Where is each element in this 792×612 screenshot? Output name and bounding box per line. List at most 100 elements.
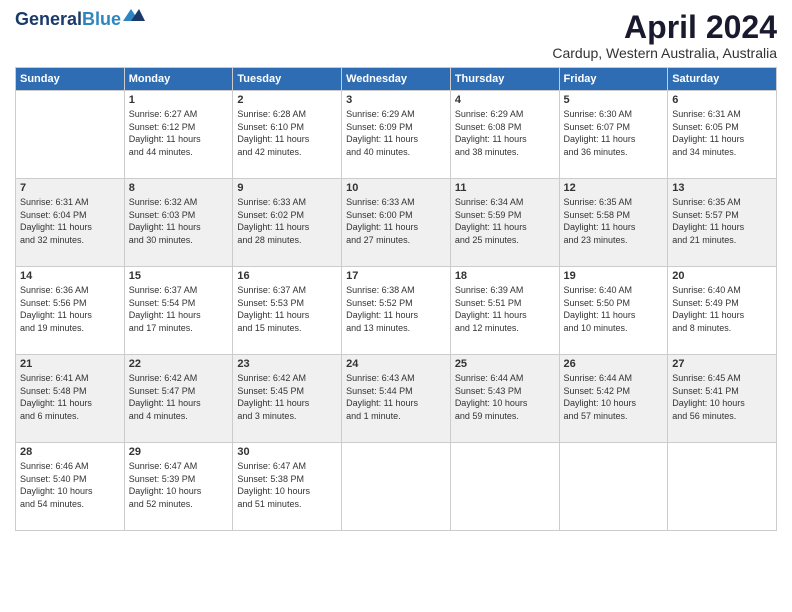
day-cell: 22Sunrise: 6:42 AM Sunset: 5:47 PM Dayli…	[124, 355, 233, 443]
day-cell: 23 Sunrise: 6:42 AM Sunset: 5:45 PM Dayli…	[233, 355, 342, 443]
day-cell: 5Sunrise: 6:30 AM Sunset: 6:07 PM Daylig…	[559, 91, 668, 179]
day-cell: 12 Sunrise: 6:35 AM Sunset: 5:58 PM Dayli…	[559, 179, 668, 267]
col-header-thursday: Thursday	[450, 68, 559, 91]
day-info: Sunrise: 6:32 AM Sunset: 6:03 PM Dayligh…	[129, 196, 229, 246]
col-header-monday: Monday	[124, 68, 233, 91]
day-cell: 11 Sunrise: 6:34 AM Sunset: 5:59 PM Dayli…	[450, 179, 559, 267]
day-cell: 24 Sunrise: 6:43 AM Sunset: 5:44 PM Dayli…	[342, 355, 451, 443]
col-header-friday: Friday	[559, 68, 668, 91]
day-cell: 9 Sunrise: 6:33 AM Sunset: 6:02 PM Daylig…	[233, 179, 342, 267]
col-header-tuesday: Tuesday	[233, 68, 342, 91]
day-info: Sunrise: 6:43 AM Sunset: 5:44 PM Dayligh…	[346, 372, 446, 422]
day-info: Sunrise: 6:47 AM Sunset: 5:39 PM Dayligh…	[129, 460, 229, 510]
day-info: Sunrise: 6:35 AM Sunset: 5:58 PM Dayligh…	[564, 196, 664, 246]
day-cell: 18 Sunrise: 6:39 AM Sunset: 5:51 PM Dayli…	[450, 267, 559, 355]
day-number: 1	[129, 94, 229, 106]
day-cell: 13 Sunrise: 6:35 AM Sunset: 5:57 PM Dayli…	[668, 179, 777, 267]
day-number: 8	[129, 182, 229, 194]
title-area: April 2024 Cardup, Western Australia, Au…	[552, 10, 777, 61]
week-row-3: 14Sunrise: 6:36 AM Sunset: 5:56 PM Dayli…	[16, 267, 777, 355]
day-number: 4	[455, 94, 555, 106]
day-info: Sunrise: 6:31 AM Sunset: 6:04 PM Dayligh…	[20, 196, 120, 246]
day-cell	[16, 91, 125, 179]
week-row-1: 1 Sunrise: 6:27 AM Sunset: 6:12 PM Daylig…	[16, 91, 777, 179]
day-number: 6	[672, 94, 772, 106]
day-number: 25	[455, 358, 555, 370]
day-number: 26	[564, 358, 664, 370]
day-number: 2	[237, 94, 337, 106]
day-number: 10	[346, 182, 446, 194]
logo-general: General	[15, 9, 82, 29]
day-info: Sunrise: 6:40 AM Sunset: 5:50 PM Dayligh…	[564, 284, 664, 334]
day-cell: 7 Sunrise: 6:31 AM Sunset: 6:04 PM Daylig…	[16, 179, 125, 267]
day-info: Sunrise: 6:35 AM Sunset: 5:57 PM Dayligh…	[672, 196, 772, 246]
day-info: Sunrise: 6:47 AM Sunset: 5:38 PM Dayligh…	[237, 460, 337, 510]
day-cell	[668, 443, 777, 531]
day-number: 27	[672, 358, 772, 370]
day-number: 11	[455, 182, 555, 194]
day-cell: 26 Sunrise: 6:44 AM Sunset: 5:42 PM Dayli…	[559, 355, 668, 443]
col-header-saturday: Saturday	[668, 68, 777, 91]
day-cell: 4 Sunrise: 6:29 AM Sunset: 6:08 PM Daylig…	[450, 91, 559, 179]
day-cell: 16Sunrise: 6:37 AM Sunset: 5:53 PM Dayli…	[233, 267, 342, 355]
day-cell: 21Sunrise: 6:41 AM Sunset: 5:48 PM Dayli…	[16, 355, 125, 443]
day-cell: 20Sunrise: 6:40 AM Sunset: 5:49 PM Dayli…	[668, 267, 777, 355]
day-number: 3	[346, 94, 446, 106]
day-info: Sunrise: 6:39 AM Sunset: 5:51 PM Dayligh…	[455, 284, 555, 334]
day-cell: 28Sunrise: 6:46 AM Sunset: 5:40 PM Dayli…	[16, 443, 125, 531]
day-info: Sunrise: 6:33 AM Sunset: 6:02 PM Dayligh…	[237, 196, 337, 246]
day-info: Sunrise: 6:31 AM Sunset: 6:05 PM Dayligh…	[672, 108, 772, 158]
day-number: 7	[20, 182, 120, 194]
day-cell: 14Sunrise: 6:36 AM Sunset: 5:56 PM Dayli…	[16, 267, 125, 355]
day-info: Sunrise: 6:29 AM Sunset: 6:09 PM Dayligh…	[346, 108, 446, 158]
day-info: Sunrise: 6:45 AM Sunset: 5:41 PM Dayligh…	[672, 372, 772, 422]
header-row: SundayMondayTuesdayWednesdayThursdayFrid…	[16, 68, 777, 91]
day-info: Sunrise: 6:42 AM Sunset: 5:47 PM Dayligh…	[129, 372, 229, 422]
day-info: Sunrise: 6:28 AM Sunset: 6:10 PM Dayligh…	[237, 108, 337, 158]
day-info: Sunrise: 6:27 AM Sunset: 6:12 PM Dayligh…	[129, 108, 229, 158]
day-cell: 10 Sunrise: 6:33 AM Sunset: 6:00 PM Dayli…	[342, 179, 451, 267]
day-cell: 2 Sunrise: 6:28 AM Sunset: 6:10 PM Daylig…	[233, 91, 342, 179]
logo-blue: Blue	[82, 9, 121, 29]
day-number: 15	[129, 270, 229, 282]
logo-icon	[123, 7, 145, 28]
day-number: 12	[564, 182, 664, 194]
day-number: 18	[455, 270, 555, 282]
day-number: 14	[20, 270, 120, 282]
day-info: Sunrise: 6:44 AM Sunset: 5:43 PM Dayligh…	[455, 372, 555, 422]
day-cell: 27 Sunrise: 6:45 AM Sunset: 5:41 PM Dayli…	[668, 355, 777, 443]
day-cell: 15Sunrise: 6:37 AM Sunset: 5:54 PM Dayli…	[124, 267, 233, 355]
day-number: 17	[346, 270, 446, 282]
day-cell: 29 Sunrise: 6:47 AM Sunset: 5:39 PM Dayli…	[124, 443, 233, 531]
week-row-2: 7 Sunrise: 6:31 AM Sunset: 6:04 PM Daylig…	[16, 179, 777, 267]
calendar-table: SundayMondayTuesdayWednesdayThursdayFrid…	[15, 67, 777, 531]
day-cell: 3 Sunrise: 6:29 AM Sunset: 6:09 PM Daylig…	[342, 91, 451, 179]
col-header-sunday: Sunday	[16, 68, 125, 91]
week-row-5: 28Sunrise: 6:46 AM Sunset: 5:40 PM Dayli…	[16, 443, 777, 531]
day-number: 23	[237, 358, 337, 370]
day-cell: 19 Sunrise: 6:40 AM Sunset: 5:50 PM Dayli…	[559, 267, 668, 355]
month-title: April 2024	[552, 10, 777, 45]
day-cell: 25 Sunrise: 6:44 AM Sunset: 5:43 PM Dayli…	[450, 355, 559, 443]
day-number: 9	[237, 182, 337, 194]
day-number: 19	[564, 270, 664, 282]
day-info: Sunrise: 6:29 AM Sunset: 6:08 PM Dayligh…	[455, 108, 555, 158]
day-number: 29	[129, 446, 229, 458]
day-info: Sunrise: 6:44 AM Sunset: 5:42 PM Dayligh…	[564, 372, 664, 422]
day-info: Sunrise: 6:42 AM Sunset: 5:45 PM Dayligh…	[237, 372, 337, 422]
day-cell	[342, 443, 451, 531]
logo: GeneralBlue	[15, 10, 145, 28]
day-info: Sunrise: 6:40 AM Sunset: 5:49 PM Dayligh…	[672, 284, 772, 334]
day-number: 24	[346, 358, 446, 370]
day-info: Sunrise: 6:33 AM Sunset: 6:00 PM Dayligh…	[346, 196, 446, 246]
day-info: Sunrise: 6:34 AM Sunset: 5:59 PM Dayligh…	[455, 196, 555, 246]
week-row-4: 21Sunrise: 6:41 AM Sunset: 5:48 PM Dayli…	[16, 355, 777, 443]
day-cell: 30 Sunrise: 6:47 AM Sunset: 5:38 PM Dayli…	[233, 443, 342, 531]
col-header-wednesday: Wednesday	[342, 68, 451, 91]
day-number: 13	[672, 182, 772, 194]
day-cell: 17Sunrise: 6:38 AM Sunset: 5:52 PM Dayli…	[342, 267, 451, 355]
day-number: 30	[237, 446, 337, 458]
day-number: 5	[564, 94, 664, 106]
location: Cardup, Western Australia, Australia	[552, 45, 777, 61]
day-cell: 8 Sunrise: 6:32 AM Sunset: 6:03 PM Daylig…	[124, 179, 233, 267]
